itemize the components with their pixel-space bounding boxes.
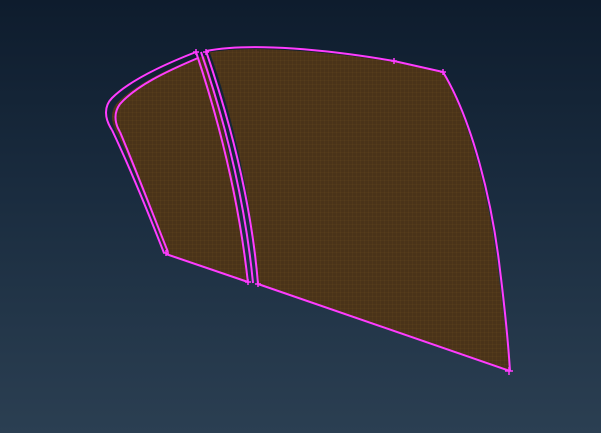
cad-scene[interactable]	[0, 0, 601, 433]
3d-viewport[interactable]	[0, 0, 601, 433]
vertex-marker	[193, 49, 199, 55]
main-panel-surface[interactable]	[206, 49, 509, 370]
